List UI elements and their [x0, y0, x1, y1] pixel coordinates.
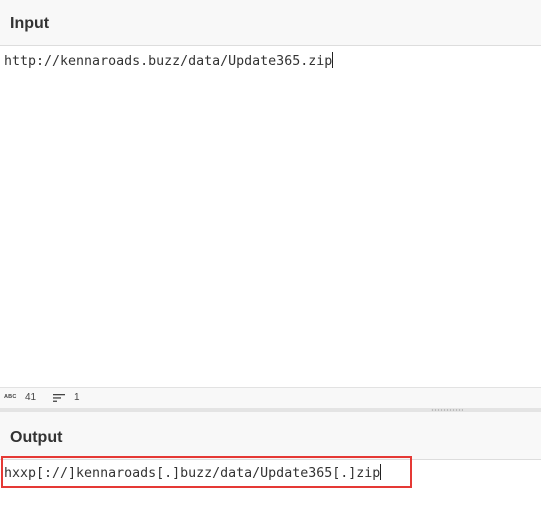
input-text-line[interactable]: http://kennaroads.buzz/data/Update365.zi…	[4, 52, 334, 70]
output-highlight-box	[1, 456, 412, 488]
lines-icon	[53, 394, 65, 402]
input-status-bar: ABC 41 1	[0, 387, 541, 408]
input-panel-header: Input	[0, 0, 541, 46]
length-value: 41	[25, 392, 37, 403]
lines-value: 1	[74, 392, 80, 403]
output-panel-title: Output	[10, 429, 63, 446]
output-panel-header: Output	[0, 412, 541, 460]
input-text: http://kennaroads.buzz/data/Update365.zi…	[4, 54, 333, 69]
input-caret	[332, 52, 334, 68]
input-panel-title: Input	[10, 15, 50, 32]
input-editor[interactable]: http://kennaroads.buzz/data/Update365.zi…	[0, 46, 541, 387]
abc-length-icon: ABC	[4, 394, 17, 400]
